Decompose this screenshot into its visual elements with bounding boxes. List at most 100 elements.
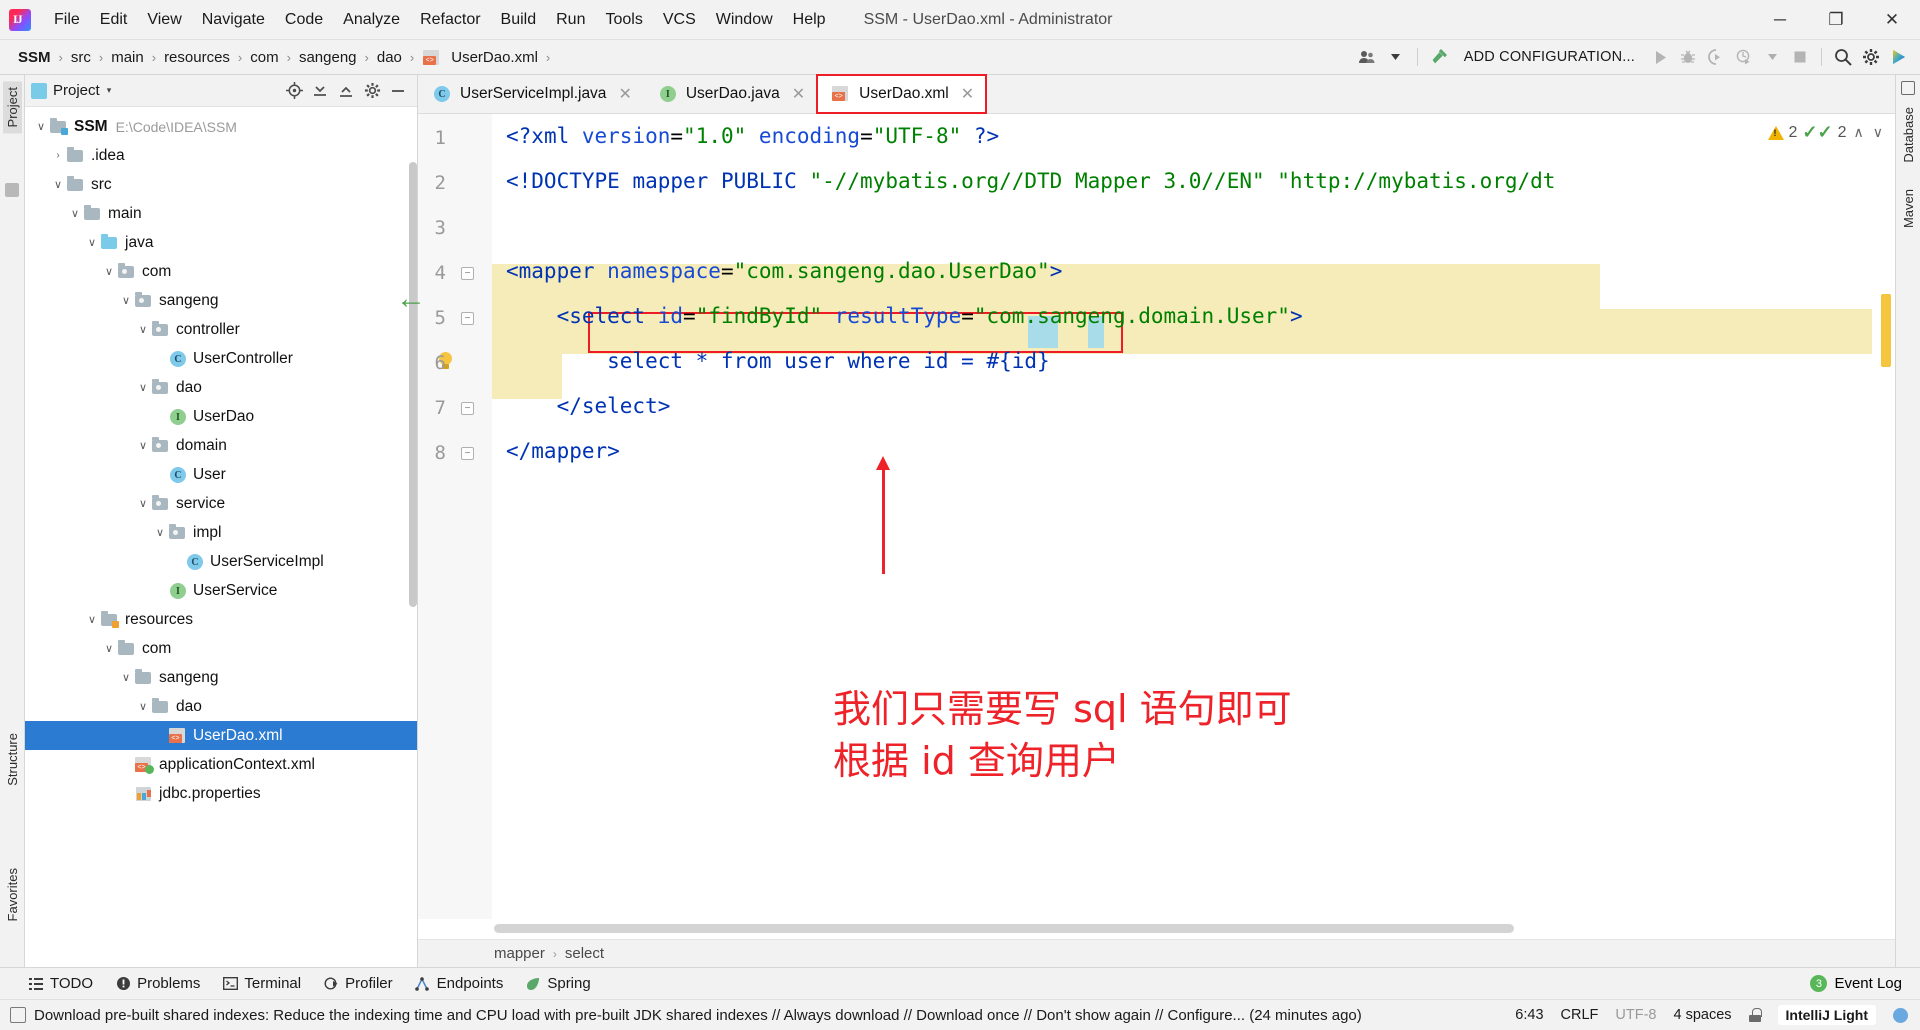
- rail-tab-maven[interactable]: Maven: [1899, 183, 1918, 234]
- debug-icon[interactable]: [1675, 44, 1701, 70]
- tree-row[interactable]: C UserController: [25, 344, 417, 373]
- tree-row[interactable]: ∨ com: [25, 634, 417, 663]
- code-line[interactable]: <!DOCTYPE mapper PUBLIC "-//mybatis.org/…: [506, 159, 1555, 204]
- minimize-button[interactable]: ─: [1752, 0, 1808, 40]
- chevron-down-icon[interactable]: ∨: [84, 236, 100, 249]
- tree-row[interactable]: ∨ controller: [25, 315, 417, 344]
- code-content[interactable]: <?xml version="1.0" encoding="UTF-8" ?> <…: [492, 114, 1895, 919]
- event-log-group[interactable]: 3 Event Log: [1810, 975, 1920, 992]
- menu-navigate[interactable]: Navigate: [192, 0, 275, 40]
- collapse-all-icon[interactable]: [311, 82, 329, 100]
- tree-row[interactable]: I UserService: [25, 576, 417, 605]
- project-tree[interactable]: ∨ SSM E:\Code\IDEA\SSM › .idea ∨ src ∨ main ∨ java…: [25, 107, 417, 967]
- tree-row[interactable]: ∨ domain: [25, 431, 417, 460]
- tree-row[interactable]: ∨ com: [25, 257, 417, 286]
- tree-row[interactable]: applicationContext.xml: [25, 750, 417, 779]
- chevron-down-icon[interactable]: ∨: [135, 381, 151, 394]
- expand-all-icon[interactable]: [337, 82, 355, 100]
- tree-row[interactable]: ∨ sangeng: [25, 663, 417, 692]
- toolwindow-terminal[interactable]: Terminal: [222, 975, 301, 992]
- user-group-icon[interactable]: [1355, 44, 1381, 70]
- chevron-right-icon[interactable]: ›: [50, 150, 66, 161]
- chevron-down-icon[interactable]: ∨: [1871, 124, 1885, 141]
- tree-row[interactable]: ∨ sangeng: [25, 286, 417, 315]
- settings-gear-icon[interactable]: [1858, 44, 1884, 70]
- tree-row[interactable]: ∨ SSM E:\Code\IDEA\SSM: [25, 112, 417, 141]
- hide-panel-icon[interactable]: [389, 82, 407, 100]
- rail-tab-database[interactable]: Database: [1899, 101, 1918, 169]
- menu-view[interactable]: View: [137, 0, 191, 40]
- editor-gutter[interactable]: ← 1 2 3 4 5 6 7 8− − − −: [396, 114, 492, 919]
- menu-code[interactable]: Code: [275, 0, 333, 40]
- locate-icon[interactable]: [285, 82, 303, 100]
- code-fold-toggle[interactable]: −: [461, 267, 474, 280]
- chevron-down-icon[interactable]: [1383, 44, 1409, 70]
- editor-tab-userdao-xml[interactable]: UserDao.xml ✕: [816, 74, 988, 114]
- menu-tools[interactable]: Tools: [595, 0, 652, 40]
- code-fold-toggle[interactable]: −: [461, 402, 474, 415]
- tree-row-selected[interactable]: UserDao.xml: [25, 721, 417, 750]
- stop-icon[interactable]: [1787, 44, 1813, 70]
- tree-row[interactable]: jdbc.properties: [25, 779, 417, 808]
- menu-bar[interactable]: File Edit View Navigate Code Analyze Ref…: [44, 0, 836, 39]
- settings-gear-icon[interactable]: [363, 82, 381, 100]
- code-fold-toggle[interactable]: −: [461, 312, 474, 325]
- add-configuration-button[interactable]: ADD CONFIGURATION...: [1454, 49, 1645, 65]
- chevron-down-icon[interactable]: ∨: [101, 265, 117, 278]
- run-icon[interactable]: [1647, 44, 1673, 70]
- rail-drag-handle[interactable]: [5, 183, 19, 197]
- chevron-down-icon[interactable]: ∨: [135, 439, 151, 452]
- code-fold-toggle[interactable]: −: [461, 447, 474, 460]
- tree-row[interactable]: ∨ resources: [25, 605, 417, 634]
- chevron-down-icon[interactable]: [1759, 44, 1785, 70]
- tree-row[interactable]: I UserDao: [25, 402, 417, 431]
- editor-tab-userdao-java[interactable]: I UserDao.java ✕: [644, 75, 817, 113]
- tree-row[interactable]: ∨ java: [25, 228, 417, 257]
- breadcrumb-ssm[interactable]: SSM: [14, 47, 55, 68]
- chevron-up-icon[interactable]: ∧: [1852, 124, 1866, 141]
- chevron-down-icon[interactable]: ∨: [84, 613, 100, 626]
- menu-run[interactable]: Run: [546, 0, 595, 40]
- search-everywhere-icon[interactable]: [1830, 44, 1856, 70]
- toolwindow-spring[interactable]: Spring: [525, 975, 591, 992]
- chevron-down-icon[interactable]: ∨: [118, 294, 134, 307]
- menu-refactor[interactable]: Refactor: [410, 0, 490, 40]
- indent-setting[interactable]: 4 spaces: [1674, 1007, 1732, 1023]
- tree-row[interactable]: ∨ main: [25, 199, 417, 228]
- tree-row[interactable]: ∨ impl: [25, 518, 417, 547]
- code-line[interactable]: </mapper>: [506, 429, 620, 474]
- tree-row[interactable]: ∨ src: [25, 170, 417, 199]
- rail-tab-structure[interactable]: Structure: [3, 727, 22, 792]
- menu-file[interactable]: File: [44, 0, 90, 40]
- toolwindow-endpoints[interactable]: Endpoints: [415, 975, 503, 992]
- hammer-icon[interactable]: [1426, 44, 1452, 70]
- inspection-widget[interactable]: 2 ✓✓ 2 ∧ ∨: [1767, 122, 1885, 143]
- chevron-down-icon[interactable]: ∨: [135, 497, 151, 510]
- toolwindow-problems[interactable]: Problems: [115, 975, 200, 992]
- chevron-down-icon[interactable]: ∨: [50, 178, 66, 191]
- rail-tab-project[interactable]: Project: [2, 81, 22, 134]
- tree-row[interactable]: ∨ dao: [25, 692, 417, 721]
- close-icon[interactable]: ✕: [961, 84, 974, 104]
- tree-row[interactable]: ∨ dao: [25, 373, 417, 402]
- breadcrumb-resources[interactable]: resources: [160, 47, 234, 68]
- maximize-button[interactable]: ❐: [1808, 0, 1864, 40]
- code-line[interactable]: </select>: [506, 384, 671, 429]
- profile-icon[interactable]: [1731, 44, 1757, 70]
- code-line[interactable]: <select id="findById" resultType="com.sa…: [506, 294, 1303, 339]
- chevron-down-icon[interactable]: ▾: [107, 85, 112, 96]
- tree-row[interactable]: › .idea: [25, 141, 417, 170]
- close-icon[interactable]: ✕: [618, 84, 631, 104]
- menu-edit[interactable]: Edit: [90, 0, 138, 40]
- tree-row[interactable]: C User: [25, 460, 417, 489]
- breadcrumb-com[interactable]: com: [246, 47, 282, 68]
- caret-position[interactable]: 6:43: [1515, 1007, 1543, 1023]
- breadcrumb-userdao-xml[interactable]: UserDao.xml: [447, 47, 542, 68]
- chevron-down-icon[interactable]: ∨: [135, 700, 151, 713]
- chevron-down-icon[interactable]: ∨: [33, 120, 49, 133]
- breadcrumb-src[interactable]: src: [67, 47, 95, 68]
- updates-icon[interactable]: [1886, 44, 1912, 70]
- theme-indicator[interactable]: IntelliJ Light: [1777, 1005, 1876, 1025]
- rail-tab-favorites[interactable]: Favorites: [3, 862, 22, 927]
- menu-analyze[interactable]: Analyze: [333, 0, 410, 40]
